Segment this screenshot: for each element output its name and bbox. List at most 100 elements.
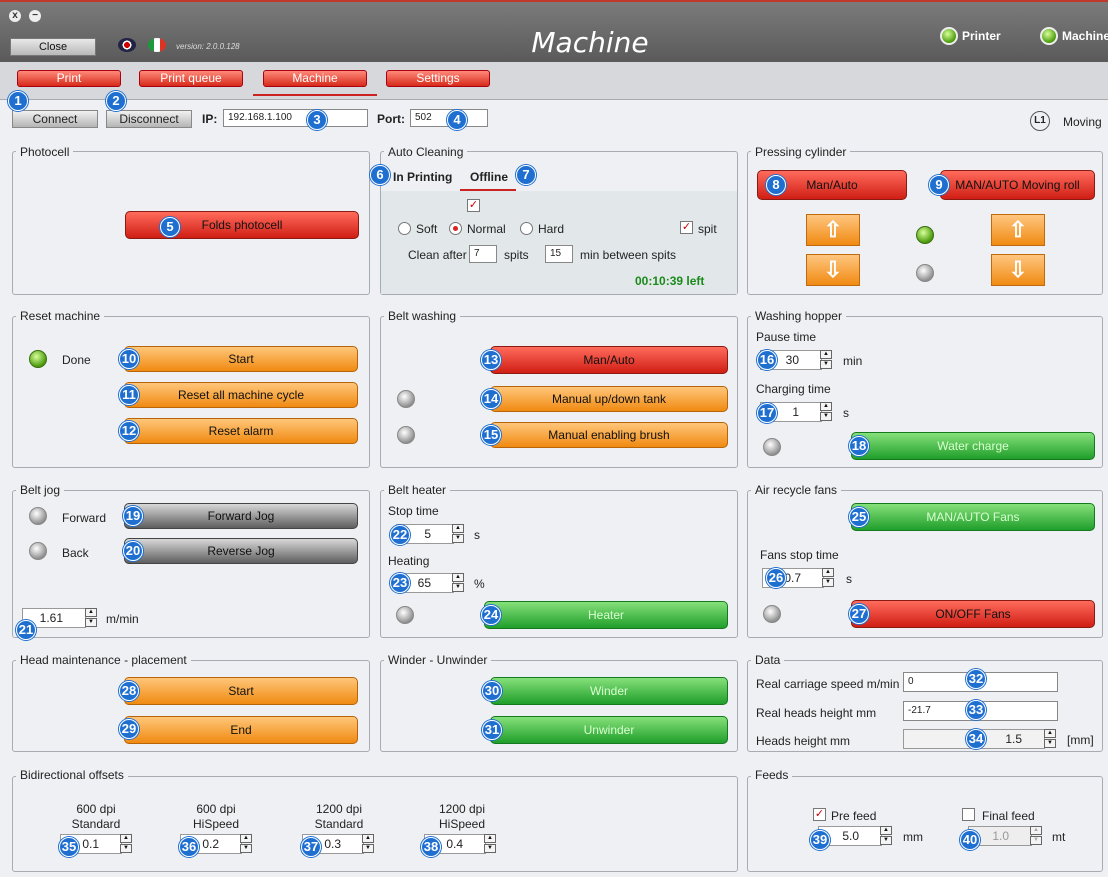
offline-tab-indicator: [460, 189, 516, 191]
tab-settings[interactable]: Settings: [386, 70, 490, 87]
callout-badge: 40: [960, 830, 980, 850]
photocell-title: Photocell: [16, 145, 74, 159]
callout-badge: 20: [123, 541, 143, 561]
cylinder-up-led-icon: [916, 226, 934, 244]
callout-badge: 11: [119, 385, 139, 405]
jog-speed-down-icon[interactable]: ▼: [85, 618, 97, 627]
water-charge-button[interactable]: Water charge: [851, 432, 1095, 460]
callout-badge: 34: [966, 729, 986, 749]
cylinder-down-left-arrow-icon[interactable]: ⇩: [806, 254, 860, 286]
offset-600-std-up-icon[interactable]: ▲: [120, 834, 132, 843]
heads-height-down-icon[interactable]: ▼: [1044, 739, 1056, 748]
cylinder-down-led-icon: [916, 264, 934, 282]
head-start-button[interactable]: Start: [124, 677, 358, 705]
callout-badge: 35: [59, 837, 79, 857]
heater-stop-unit: s: [474, 528, 480, 542]
window-minimize-icon[interactable]: −: [29, 10, 41, 22]
moving-roll-button[interactable]: MAN/AUTO Moving roll: [940, 170, 1095, 200]
head-end-button[interactable]: End: [124, 716, 358, 744]
cylinder-down-right-arrow-icon[interactable]: ⇩: [991, 254, 1045, 286]
belt-washing-man-auto-button[interactable]: Man/Auto: [490, 346, 728, 374]
reverse-jog-button[interactable]: Reverse Jog: [124, 538, 358, 564]
offset-1200-std-up-icon[interactable]: ▲: [362, 834, 374, 843]
tab-machine[interactable]: Machine: [263, 70, 367, 87]
window-close-icon[interactable]: x: [9, 10, 21, 22]
spits-count-input[interactable]: 7: [469, 245, 497, 263]
final-feed-checkbox[interactable]: [962, 808, 975, 821]
bidirectional-offsets-title: Bidirectional offsets: [16, 768, 128, 782]
heating-down-icon[interactable]: ▼: [452, 583, 464, 592]
spit-checkbox[interactable]: ✓: [680, 221, 693, 234]
callout-badge: 9: [929, 175, 949, 195]
pressing-cylinder-title: Pressing cylinder: [751, 145, 851, 159]
offset-1200-std-down-icon[interactable]: ▼: [362, 844, 374, 853]
hard-radio[interactable]: [520, 222, 533, 235]
italian-flag-icon[interactable]: [148, 38, 166, 52]
reset-all-cycle-button[interactable]: Reset all machine cycle: [124, 382, 358, 408]
heating-up-icon[interactable]: ▲: [452, 573, 464, 582]
connect-button[interactable]: Connect: [12, 110, 98, 128]
done-led-icon: [29, 350, 47, 368]
offset-600-hs-down-icon[interactable]: ▼: [240, 844, 252, 853]
callout-badge: 1: [8, 91, 28, 111]
heater-stop-down-icon[interactable]: ▼: [452, 534, 464, 543]
pause-unit: min: [843, 354, 863, 368]
heater-led-icon: [396, 606, 414, 624]
soft-radio[interactable]: [398, 222, 411, 235]
back-led-icon: [29, 542, 47, 560]
ip-input[interactable]: 192.168.1.100: [223, 109, 368, 127]
reset-machine-title: Reset machine: [16, 309, 105, 323]
offset-1200-hs-down-icon[interactable]: ▼: [484, 844, 496, 853]
normal-radio[interactable]: [449, 222, 462, 235]
pre-feed-checkbox[interactable]: ✓: [813, 808, 826, 821]
pre-feed-up-icon[interactable]: ▲: [880, 826, 892, 835]
tab-print[interactable]: Print: [17, 70, 121, 87]
on-off-fans-button[interactable]: ON/OFF Fans: [851, 600, 1095, 628]
winder-button[interactable]: Winder: [490, 677, 728, 705]
fans-stop-up-icon[interactable]: ▲: [822, 568, 834, 577]
manual-brush-button[interactable]: Manual enabling brush: [490, 422, 728, 448]
heads-height-up-icon[interactable]: ▲: [1044, 729, 1056, 738]
jog-speed-up-icon[interactable]: ▲: [85, 608, 97, 617]
charging-down-icon[interactable]: ▼: [820, 412, 832, 421]
pause-down-icon[interactable]: ▼: [820, 360, 832, 369]
charging-up-icon[interactable]: ▲: [820, 402, 832, 411]
heater-button[interactable]: Heater: [484, 601, 728, 629]
done-label: Done: [62, 353, 91, 367]
manual-tank-button[interactable]: Manual up/down tank: [490, 386, 728, 412]
min-between-input[interactable]: 15: [545, 245, 573, 263]
tab-print-queue[interactable]: Print queue: [139, 70, 243, 87]
offset-600-hs-up-icon[interactable]: ▲: [240, 834, 252, 843]
machine-status-led-icon: [1040, 27, 1058, 45]
fans-stop-down-icon[interactable]: ▼: [822, 578, 834, 587]
unwinder-button[interactable]: Unwinder: [490, 716, 728, 744]
callout-badge: 29: [119, 719, 139, 739]
pre-feed-down-icon[interactable]: ▼: [880, 836, 892, 845]
heating-label: Heating: [388, 554, 430, 568]
forward-jog-button[interactable]: Forward Jog: [124, 503, 358, 529]
cylinder-up-left-arrow-icon[interactable]: ⇧: [806, 214, 860, 246]
reset-alarm-button[interactable]: Reset alarm: [124, 418, 358, 444]
offset-600-std-down-icon[interactable]: ▼: [120, 844, 132, 853]
final-feed-label: Final feed: [982, 809, 1035, 823]
final-feed-up-icon[interactable]: ▲: [1030, 826, 1042, 835]
auto-clean-enable-checkbox[interactable]: ✓: [467, 199, 480, 212]
reset-start-button[interactable]: Start: [124, 346, 358, 372]
heater-stop-up-icon[interactable]: ▲: [452, 524, 464, 533]
back-label: Back: [62, 546, 89, 560]
man-auto-fans-button[interactable]: MAN/AUTO Fans: [851, 503, 1095, 531]
final-feed-down-icon[interactable]: ▼: [1030, 836, 1042, 845]
pause-up-icon[interactable]: ▲: [820, 350, 832, 359]
close-button[interactable]: Close: [10, 38, 96, 56]
offset-1200-std-label2: Standard: [314, 817, 364, 831]
tab-in-printing[interactable]: In Printing: [393, 170, 452, 184]
disconnect-button[interactable]: Disconnect: [106, 110, 192, 128]
callout-badge: 30: [482, 681, 502, 701]
cylinder-up-right-arrow-icon[interactable]: ⇧: [991, 214, 1045, 246]
english-flag-icon[interactable]: [118, 38, 136, 52]
offset-1200-hs-up-icon[interactable]: ▲: [484, 834, 496, 843]
ip-label: IP:: [202, 112, 218, 126]
callout-badge: 13: [481, 350, 501, 370]
tab-offline[interactable]: Offline: [470, 170, 508, 184]
callout-badge: 5: [160, 217, 180, 237]
